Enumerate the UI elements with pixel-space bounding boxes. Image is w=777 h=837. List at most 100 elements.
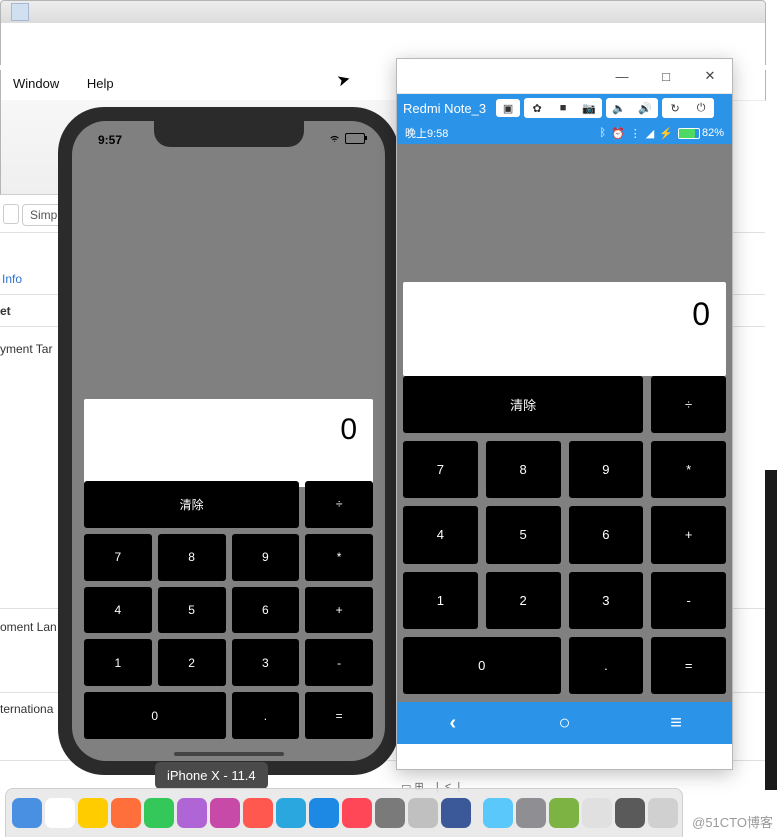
- wifi-icon: ⋮: [630, 127, 641, 140]
- dock-app-icon[interactable]: [309, 798, 339, 828]
- toolbar-rotate-button[interactable]: ↻: [663, 99, 687, 117]
- key-multiply[interactable]: *: [651, 441, 726, 498]
- android-screen: 晚上9:58 ᛒ ⏰ ⋮ ◢ ⚡ 82% 0 清除 ÷ 7 8 9 * 4: [397, 122, 732, 702]
- key-6[interactable]: 6: [569, 506, 644, 563]
- key-clear[interactable]: 清除: [84, 481, 299, 528]
- dock-app-icon[interactable]: [45, 798, 75, 828]
- key-4[interactable]: 4: [403, 506, 478, 563]
- toolbar-volup-button[interactable]: 🔊: [633, 99, 657, 117]
- xcode-label: ternationa: [0, 702, 53, 716]
- menu-window[interactable]: Window: [1, 70, 71, 97]
- android-mirror-toolbar: Redmi Note_3 ▣ ✿ ■ 📷 🔈 🔊 ↻ ⏻: [397, 94, 732, 122]
- dock-app-icon[interactable]: [210, 798, 240, 828]
- key-subtract[interactable]: -: [305, 639, 373, 686]
- key-3[interactable]: 3: [569, 572, 644, 629]
- window-close-button[interactable]: ✕: [688, 59, 732, 93]
- key-0[interactable]: 0: [403, 637, 561, 694]
- key-clear[interactable]: 清除: [403, 376, 643, 433]
- toolbar-fullscreen-button[interactable]: ▣: [496, 99, 520, 117]
- key-9[interactable]: 9: [569, 441, 644, 498]
- key-add[interactable]: +: [305, 587, 373, 634]
- key-equals[interactable]: =: [305, 692, 373, 739]
- host-window-titlebar[interactable]: [0, 0, 766, 24]
- toolbar-settings-button[interactable]: ✿: [525, 99, 549, 117]
- dock-app-icon[interactable]: [408, 798, 438, 828]
- key-divide[interactable]: ÷: [651, 376, 726, 433]
- key-1[interactable]: 1: [84, 639, 152, 686]
- macos-dock[interactable]: [5, 788, 683, 837]
- key-0[interactable]: 0: [84, 692, 226, 739]
- key-2[interactable]: 2: [158, 639, 226, 686]
- window-minimize-button[interactable]: —: [600, 59, 644, 93]
- key-7[interactable]: 7: [403, 441, 478, 498]
- battery-icon: [345, 133, 365, 144]
- key-8[interactable]: 8: [486, 441, 561, 498]
- toolbar-voldown-button[interactable]: 🔈: [607, 99, 631, 117]
- key-divide[interactable]: ÷: [305, 481, 373, 528]
- dock-app-icon[interactable]: [144, 798, 174, 828]
- iphone-status-time: 9:57: [98, 133, 122, 147]
- toolbar-power-button[interactable]: ⏻: [689, 99, 713, 117]
- key-subtract[interactable]: -: [651, 572, 726, 629]
- android-back-button[interactable]: ‹: [428, 712, 478, 735]
- dock-app-icon[interactable]: [582, 798, 612, 828]
- android-home-button[interactable]: ○: [539, 712, 589, 735]
- menu-help[interactable]: Help: [75, 70, 126, 97]
- iphone-notch: [154, 121, 304, 147]
- key-2[interactable]: 2: [486, 572, 561, 629]
- iphone-simulator-frame: 9:57 0 清除 ÷ 7 8 9 * 4 5 6 + 1 2 3 -: [58, 107, 399, 775]
- device-tooltip: iPhone X - 11.4: [155, 762, 268, 789]
- key-9[interactable]: 9: [232, 534, 300, 581]
- key-dot[interactable]: .: [569, 637, 644, 694]
- key-5[interactable]: 5: [158, 587, 226, 634]
- key-6[interactable]: 6: [232, 587, 300, 634]
- android-recents-button[interactable]: ≡: [651, 712, 701, 735]
- android-mirror-window: — □ ✕ Redmi Note_3 ▣ ✿ ■ 📷 🔈 🔊 ↻ ⏻ 晚上9:: [396, 58, 733, 770]
- toolbar-screenshot-button[interactable]: 📷: [577, 99, 601, 117]
- dock-app-icon[interactable]: [648, 798, 678, 828]
- key-1[interactable]: 1: [403, 572, 478, 629]
- android-statusbar: 晚上9:58 ᛒ ⏰ ⋮ ◢ ⚡ 82%: [397, 122, 732, 144]
- wifi-icon: [328, 134, 341, 144]
- key-add[interactable]: +: [651, 506, 726, 563]
- key-dot[interactable]: .: [232, 692, 300, 739]
- key-multiply[interactable]: *: [305, 534, 373, 581]
- key-7[interactable]: 7: [84, 534, 152, 581]
- dock-app-icon[interactable]: [549, 798, 579, 828]
- dock-app-icon[interactable]: [276, 798, 306, 828]
- dock-app-icon[interactable]: [483, 798, 513, 828]
- toolbar-record-button[interactable]: ■: [551, 99, 575, 117]
- dock-app-icon[interactable]: [111, 798, 141, 828]
- window-maximize-button[interactable]: □: [644, 59, 688, 93]
- dock-app-icon[interactable]: [12, 798, 42, 828]
- dock-app-icon[interactable]: [177, 798, 207, 828]
- iphone-status-right: [328, 133, 365, 144]
- key-3[interactable]: 3: [232, 639, 300, 686]
- iphone-screen: 9:57 0 清除 ÷ 7 8 9 * 4 5 6 + 1 2 3 -: [72, 121, 385, 761]
- android-navbar: ‹ ○ ≡: [397, 702, 732, 744]
- android-status-time: 晚上9:58: [405, 125, 448, 141]
- dock-app-icon[interactable]: [441, 798, 471, 828]
- iphone-home-indicator[interactable]: [174, 752, 284, 756]
- dock-app-icon[interactable]: [516, 798, 546, 828]
- xcode-small-button[interactable]: [3, 204, 19, 224]
- key-5[interactable]: 5: [486, 506, 561, 563]
- watermark: @51CTO博客: [692, 812, 773, 831]
- dock-app-icon[interactable]: [342, 798, 372, 828]
- key-equals[interactable]: =: [651, 637, 726, 694]
- key-4[interactable]: 4: [84, 587, 152, 634]
- bluetooth-icon: ᛒ: [599, 127, 606, 139]
- alarm-icon: ⏰: [611, 127, 625, 140]
- calc-display: 0: [403, 282, 726, 376]
- key-8[interactable]: 8: [158, 534, 226, 581]
- xcode-info-link[interactable]: Info: [2, 272, 22, 286]
- right-dark-panel: [765, 470, 777, 790]
- signal-icon: ◢: [646, 127, 654, 140]
- dock-app-icon[interactable]: [375, 798, 405, 828]
- dock-app-icon[interactable]: [243, 798, 273, 828]
- dock-app-icon[interactable]: [615, 798, 645, 828]
- android-window-titlebar[interactable]: — □ ✕: [397, 59, 732, 94]
- dock-app-icon[interactable]: [78, 798, 108, 828]
- xcode-label: et: [0, 304, 11, 318]
- calc-keypad: 清除 ÷ 7 8 9 * 4 5 6 + 1 2 3 - 0 . =: [84, 481, 373, 739]
